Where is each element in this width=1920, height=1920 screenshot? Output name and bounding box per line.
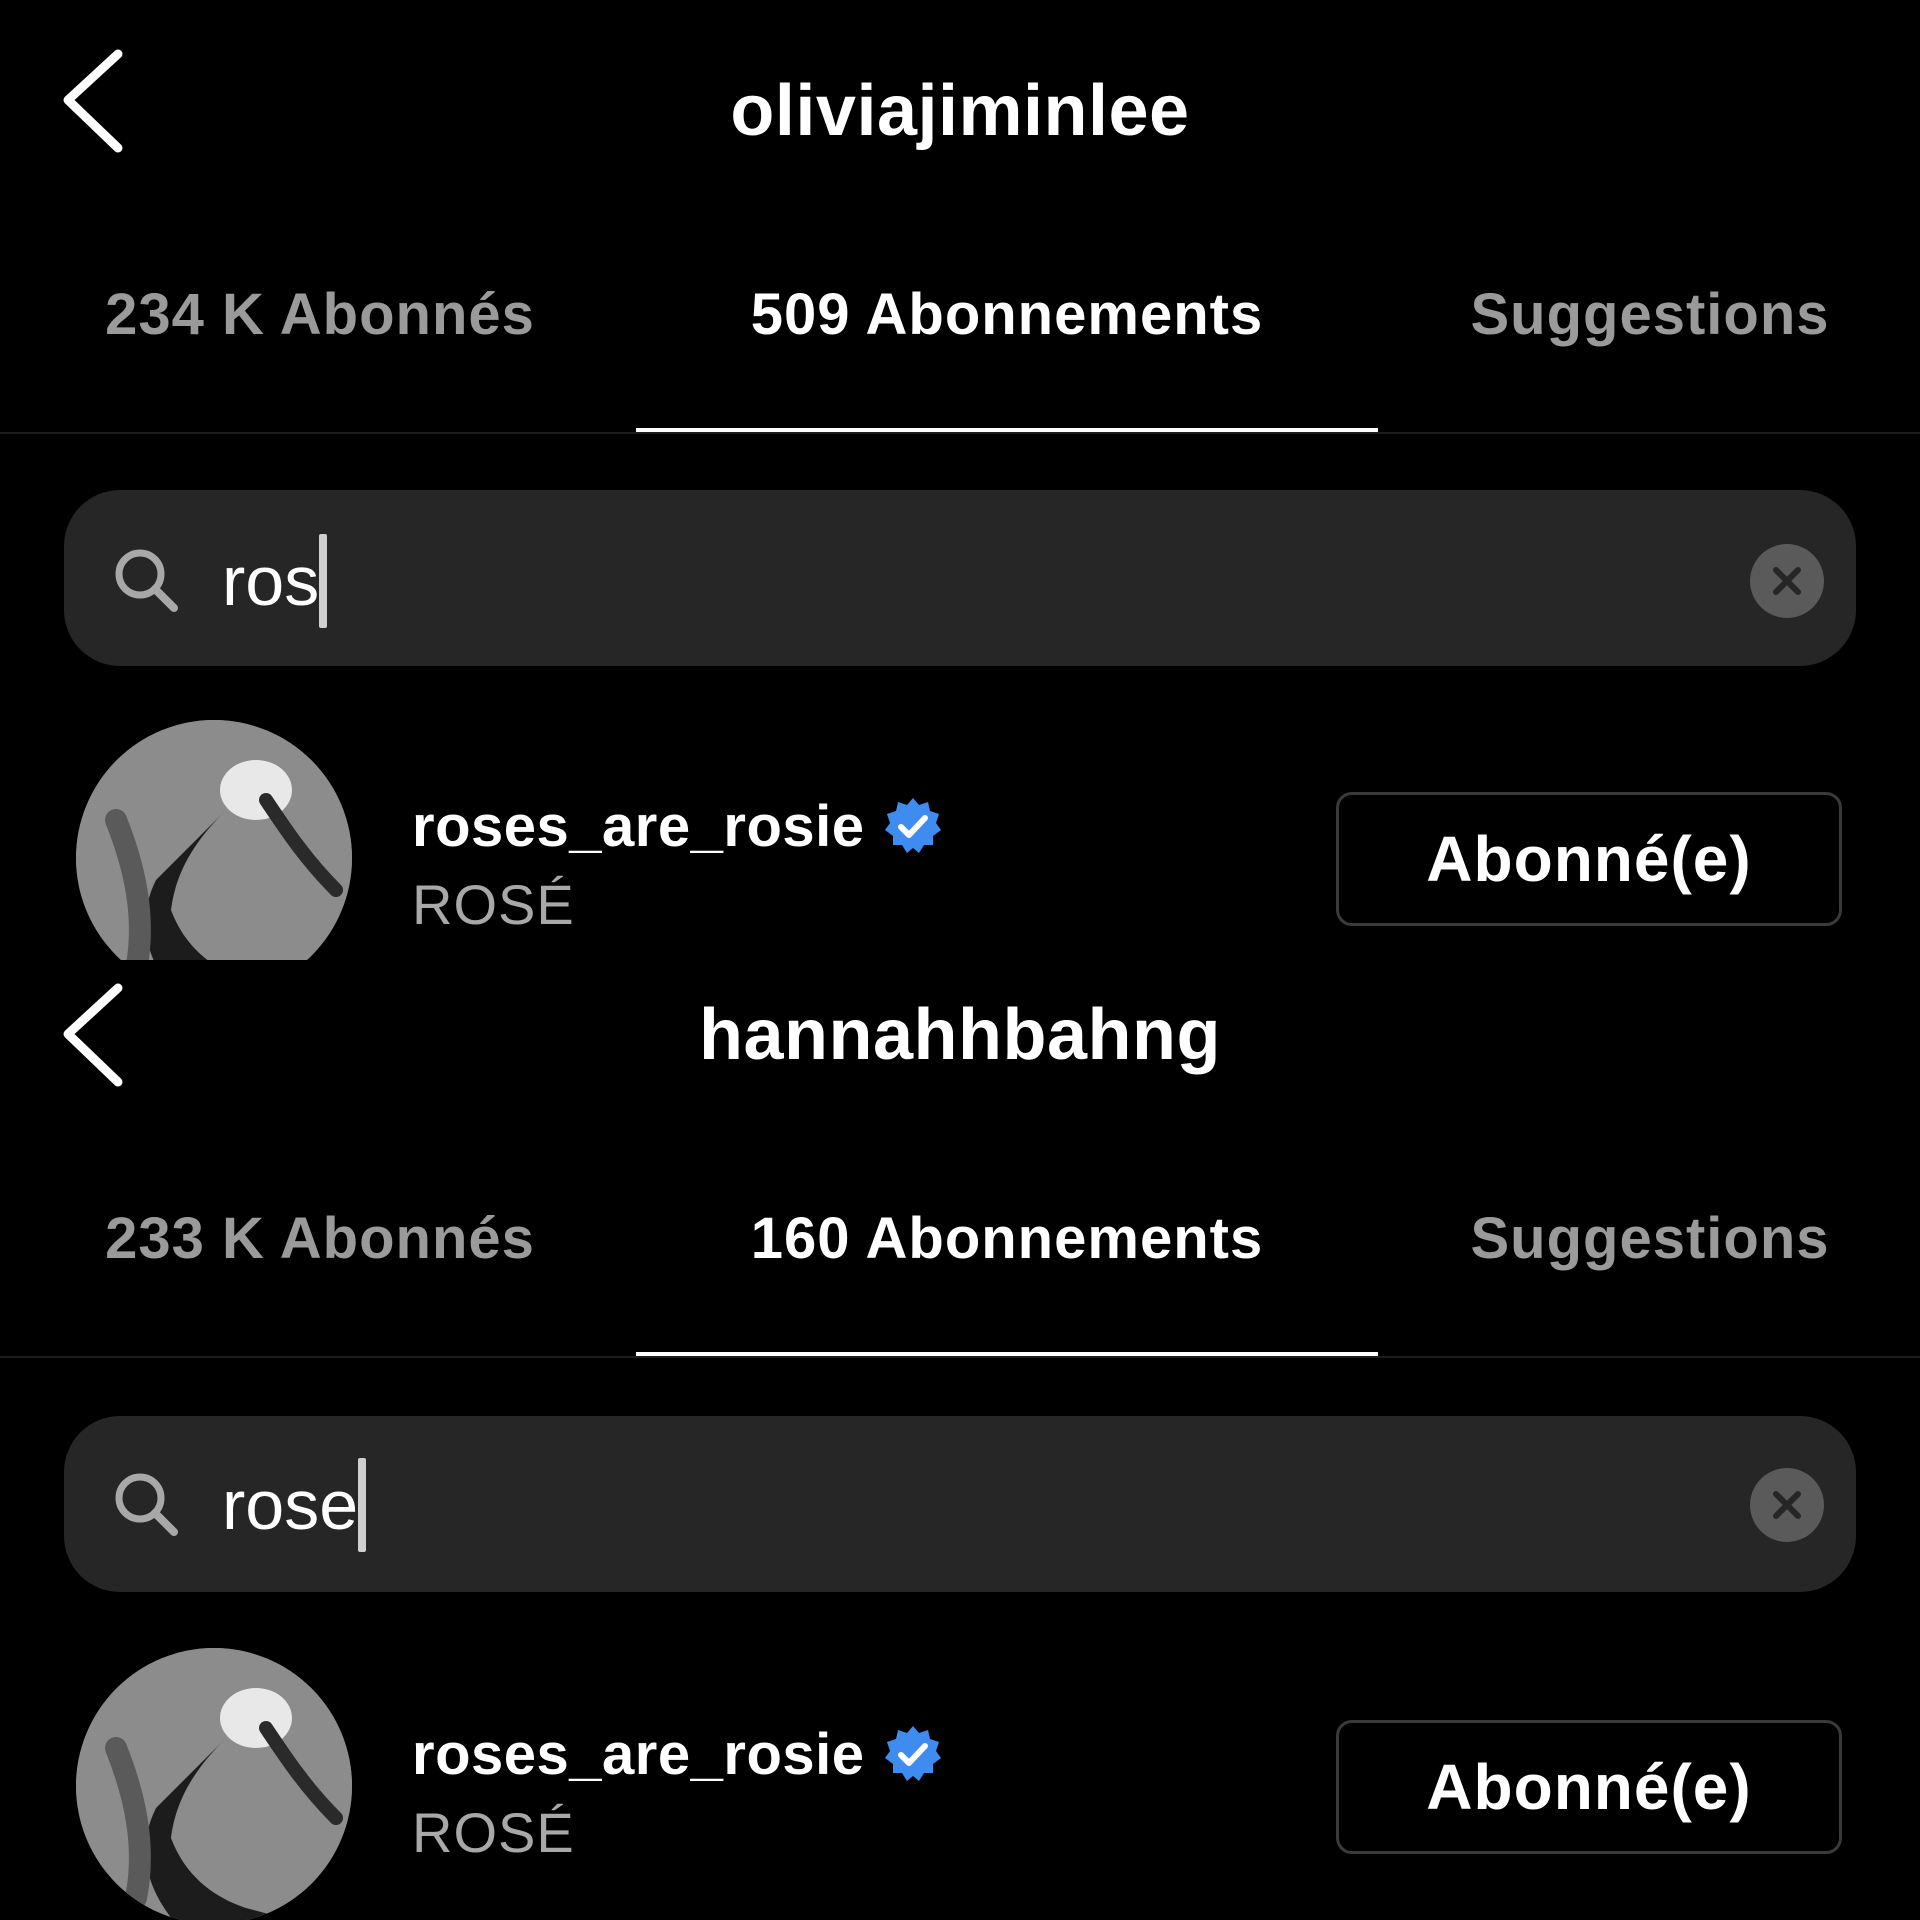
tab-suggestions[interactable]: Suggestions (1420, 278, 1880, 430)
following-button[interactable]: Abonné(e) (1336, 1720, 1842, 1854)
clear-search-button[interactable] (1750, 1468, 1824, 1542)
list-item[interactable]: roses_are_rosie ROSÉ Abonné(e) (0, 720, 1920, 960)
tab-followers[interactable]: 233 K Abonnés (40, 1202, 600, 1354)
clear-icon (1773, 567, 1801, 595)
text-caret (358, 1458, 367, 1552)
search-input[interactable]: ros (222, 534, 328, 628)
tab-suggestions[interactable]: Suggestions (1420, 1202, 1880, 1354)
tab-followers[interactable]: 234 K Abonnés (40, 278, 600, 430)
screenshot-panel-2: hannahhbahng 233 K Abonnés 160 Abonnemen… (0, 960, 1920, 1920)
search-input-text: rose (222, 1466, 359, 1544)
avatar[interactable] (76, 720, 352, 960)
search-field[interactable] (64, 490, 1856, 666)
verified-badge-icon (884, 1726, 941, 1781)
username: roses_are_rosie (412, 793, 865, 859)
clear-icon (1773, 1491, 1801, 1519)
clear-search-button[interactable] (1750, 544, 1824, 618)
username: roses_are_rosie (412, 1721, 865, 1787)
search-icon (108, 542, 184, 618)
username-line[interactable]: roses_are_rosie (412, 786, 943, 866)
tab-following[interactable]: 509 Abonnements (636, 278, 1378, 430)
text-caret (319, 534, 328, 628)
search-icon (108, 1466, 184, 1542)
full-name: ROSÉ (412, 873, 575, 936)
tab-following[interactable]: 160 Abonnements (636, 1202, 1378, 1354)
page-title: hannahhbahng (699, 995, 1221, 1075)
list-item[interactable]: roses_are_rosie ROSÉ Abonné(e) (0, 1648, 1920, 1920)
avatar[interactable] (76, 1648, 352, 1920)
tab-bar: 234 K Abonnés 509 Abonnements Suggestion… (0, 278, 1920, 434)
page-title: oliviajiminlee (730, 71, 1190, 151)
full-name: ROSÉ (412, 1801, 575, 1864)
following-button[interactable]: Abonné(e) (1336, 792, 1842, 926)
search-input-text: ros (222, 542, 320, 620)
divider (0, 432, 1920, 434)
verified-badge-icon (884, 798, 941, 853)
tab-bar: 233 K Abonnés 160 Abonnements Suggestion… (0, 1202, 1920, 1358)
divider (0, 1356, 1920, 1358)
username-line[interactable]: roses_are_rosie (412, 1714, 943, 1794)
search-input[interactable]: rose (222, 1458, 367, 1552)
screenshot-panel-1: oliviajiminlee 234 K Abonnés 509 Abonnem… (0, 0, 1920, 960)
